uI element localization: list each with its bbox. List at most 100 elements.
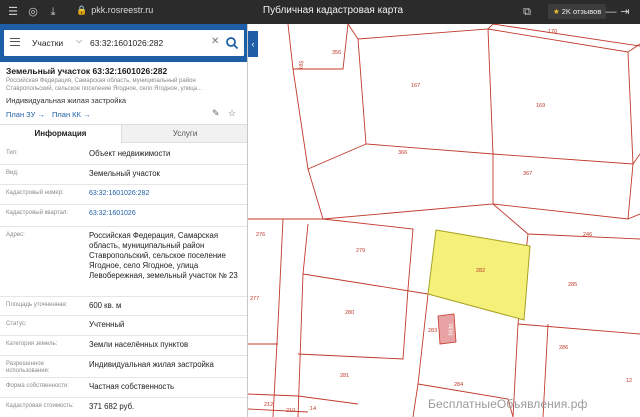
map-canvas[interactable]: 170 356 165 167 169 366 367 276 279 246 … xyxy=(248,24,640,417)
collapse-panel-button[interactable]: ‹ xyxy=(248,31,258,57)
parcel-boundary xyxy=(492,24,640,47)
address-bar[interactable]: 🔒 pkk.rosreestr.ru xyxy=(76,5,153,16)
tab-bar: Информация Услуги xyxy=(0,124,247,143)
search-box: Участки ⌵ ✕ xyxy=(4,30,244,56)
parcel-number: 356 xyxy=(332,50,341,56)
parcel-number: 366 xyxy=(398,150,407,156)
info-row-cadastral-value: Кадастровая стоимость: 371 682 руб. xyxy=(0,398,247,417)
parcel-boundary xyxy=(248,408,309,413)
reviews-text: 2K отзывов xyxy=(561,7,602,16)
parcel-boundary xyxy=(297,288,409,360)
tab-information[interactable]: Информация xyxy=(0,125,122,143)
parcel-boundary xyxy=(492,163,634,220)
minimize-icon[interactable]: — xyxy=(604,5,618,19)
info-value: Частная собственность xyxy=(89,382,175,391)
cadastral-map[interactable]: 170 356 165 167 169 366 367 276 279 246 … xyxy=(248,24,640,417)
search-bar: Участки ⌵ ✕ xyxy=(0,24,247,62)
parcel-boundary xyxy=(627,213,640,220)
parcel-number: 169 xyxy=(536,103,545,109)
lock-icon: 🔒 xyxy=(76,5,88,15)
clear-search-icon[interactable]: ✕ xyxy=(211,36,219,47)
selected-parcel-282 xyxy=(427,229,531,321)
parcel-boundary xyxy=(632,153,640,165)
share-icon[interactable]: ⇥ xyxy=(618,5,632,19)
account-icon[interactable]: ◎ xyxy=(26,5,40,19)
info-row-area: Площадь уточненная: 600 кв. м xyxy=(0,297,247,316)
search-icon[interactable] xyxy=(225,36,239,50)
building-label: 1630 xyxy=(448,323,455,336)
object-address-short: Российская Федерация, Самарская область,… xyxy=(6,78,203,92)
info-label: Адрес: xyxy=(6,232,25,238)
cadastral-number-link[interactable]: 63:32:1601026:282 xyxy=(89,189,247,199)
parcel-number: 210 xyxy=(286,408,295,414)
info-label: Форма собственности: xyxy=(6,383,70,389)
parcel-boundary xyxy=(347,24,494,40)
parcel-number: 276 xyxy=(256,232,265,238)
info-row-kind: Вид: Земельный участок xyxy=(0,165,247,185)
favorite-star-icon[interactable]: ☆ xyxy=(228,108,236,119)
info-label: Категория земель: xyxy=(6,341,58,347)
search-input[interactable] xyxy=(90,35,208,51)
plan-kk-link[interactable]: План КК → xyxy=(52,110,91,119)
info-label: Статус: xyxy=(6,321,27,327)
parcel-number: 279 xyxy=(356,248,365,254)
info-value: Индивидуальная жилая застройка xyxy=(89,360,214,369)
download-icon[interactable]: ⤓ xyxy=(46,5,60,19)
parcel-boundary xyxy=(412,293,429,417)
info-label: Кадастровый квартал: xyxy=(6,210,69,216)
parcel-boundary xyxy=(297,223,309,417)
info-value: Российская Федерация, Самарская область,… xyxy=(89,231,238,280)
info-row-type: Тип: Объект недвижимости xyxy=(0,145,247,165)
parcel-number: 246 xyxy=(583,232,592,238)
info-row-status: Статус: Учтенный xyxy=(0,316,247,336)
parcel-number: 286 xyxy=(559,345,568,351)
menu-icon[interactable]: ☰ xyxy=(6,5,20,19)
parcel-number: 170 xyxy=(548,29,557,35)
parcel-number: 284 xyxy=(454,382,463,388)
parcel-boundary xyxy=(287,24,349,70)
star-icon: ★ xyxy=(553,7,560,16)
info-row-cadastral-number: Кадастровый номер: 63:32:1601026:282 xyxy=(0,185,247,205)
info-value: Земли населённых пунктов xyxy=(89,340,189,349)
info-label: Разрешенное использование: xyxy=(6,361,50,374)
info-value: Учтенный xyxy=(89,320,125,329)
info-value: Земельный участок xyxy=(89,169,160,178)
cadastral-quarter-link[interactable]: 63:32:1601026 xyxy=(89,209,247,219)
parcel-boundary xyxy=(357,28,494,155)
info-label: Тип: xyxy=(6,150,18,156)
parcel-boundary xyxy=(292,68,367,170)
url-text: pkk.rosreestr.ru xyxy=(91,5,154,15)
browser-top-bar: ☰ ◎ ⤓ 🔒 pkk.rosreestr.ru Публичная кадаст… xyxy=(0,0,640,24)
parcel-boundary xyxy=(517,323,640,335)
info-value: Объект недвижимости xyxy=(89,149,171,158)
edit-icon[interactable]: ✎ xyxy=(212,108,220,119)
parcel-boundary xyxy=(492,203,640,240)
search-mode-select[interactable]: Участки xyxy=(32,38,63,48)
info-row-address: Адрес: Российская Федерация, Самарская о… xyxy=(0,227,247,297)
chevron-down-icon[interactable]: ⌵ xyxy=(76,36,82,46)
object-use: Индивидуальная жилая застройка xyxy=(6,96,127,105)
parcel-boundary xyxy=(307,154,494,220)
info-row-cadastral-quarter: Кадастровый квартал: 63:32:1601026 xyxy=(0,205,247,227)
object-title: Земельный участок 63:32:1601026:282 xyxy=(6,66,168,76)
reviews-badge[interactable]: ★ 2K отзывов xyxy=(548,4,607,19)
info-row-ownership: Форма собственности: Частная собственнос… xyxy=(0,378,247,398)
parcel-number: 285 xyxy=(568,282,577,288)
parcel-number: 367 xyxy=(523,171,532,177)
parcel-number: 12 xyxy=(626,378,632,384)
tab-services[interactable]: Услуги xyxy=(122,125,247,143)
tabs-icon[interactable]: ⧉ xyxy=(520,5,534,19)
parcel-number: 167 xyxy=(411,83,420,89)
parcel-boundary xyxy=(272,218,284,417)
info-label: Кадастровая стоимость: xyxy=(6,403,74,409)
parcel-number: 283 xyxy=(428,328,437,334)
info-value: 600 кв. м xyxy=(89,301,122,310)
info-value: 371 682 руб. xyxy=(89,402,135,411)
parcel-number: 280 xyxy=(345,310,354,316)
watermark: БесплатныеОбъявления.рф xyxy=(428,397,588,411)
hamburger-menu-icon[interactable] xyxy=(10,38,20,46)
parcel-number: 277 xyxy=(250,296,259,302)
plan-zu-link[interactable]: План ЗУ → xyxy=(6,110,45,119)
parcel-number: 281 xyxy=(340,373,349,379)
info-label: Кадастровый номер: xyxy=(6,190,64,196)
